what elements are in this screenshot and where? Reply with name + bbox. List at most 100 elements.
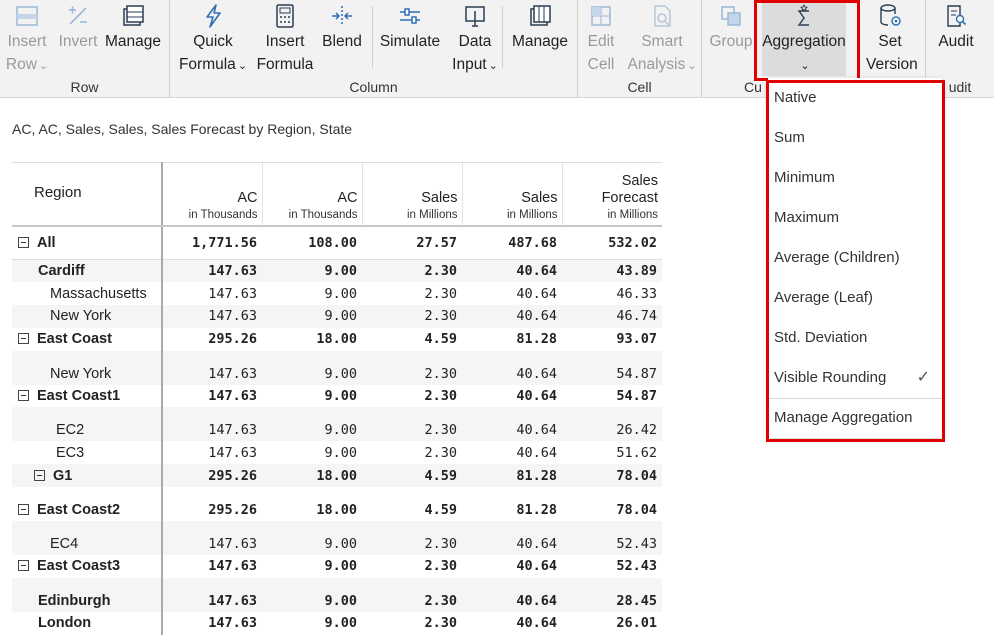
quick-formula-button[interactable]: Quick Formula ⌄ bbox=[176, 2, 250, 78]
value-cell[interactable]: 40.64 bbox=[462, 441, 562, 464]
invert-button[interactable]: Invert bbox=[56, 2, 100, 53]
set-version-button[interactable]: Set Version bbox=[866, 2, 918, 76]
value-cell[interactable]: 2.30 bbox=[362, 282, 462, 305]
collapse-icon[interactable] bbox=[18, 504, 29, 516]
collapse-icon[interactable] bbox=[18, 333, 29, 345]
value-cell[interactable]: 147.63 bbox=[162, 385, 262, 408]
collapse-icon[interactable] bbox=[18, 390, 29, 402]
aggregation-button[interactable]: Aggregation ⌄ bbox=[762, 2, 846, 76]
value-cell[interactable]: 18.00 bbox=[262, 464, 362, 488]
value-cell[interactable]: 295.26 bbox=[162, 487, 262, 521]
insert-formula-button[interactable]: Insert Formula bbox=[254, 2, 316, 76]
value-cell[interactable]: 2.30 bbox=[362, 441, 462, 464]
smart-analysis-button[interactable]: Smart Analysis ⌄ bbox=[626, 2, 698, 78]
value-cell[interactable]: 26.42 bbox=[562, 407, 662, 442]
value-cell[interactable]: 147.63 bbox=[162, 305, 262, 328]
row-label-cell[interactable]: All bbox=[12, 225, 163, 260]
menu-item-average-leaf[interactable]: Average (Leaf) bbox=[768, 278, 942, 318]
value-cell[interactable]: 9.00 bbox=[262, 555, 362, 578]
value-cell[interactable]: 9.00 bbox=[262, 385, 362, 408]
menu-item-sum[interactable]: Sum bbox=[768, 118, 942, 158]
value-cell[interactable]: 52.43 bbox=[562, 521, 662, 556]
value-cell[interactable]: 52.43 bbox=[562, 555, 662, 578]
value-cell[interactable]: 40.64 bbox=[462, 282, 562, 305]
value-cell[interactable]: 2.30 bbox=[362, 385, 462, 408]
row-label-cell[interactable]: East Coast3 bbox=[12, 555, 163, 578]
value-cell[interactable]: 43.89 bbox=[562, 259, 662, 283]
menu-item-std-deviation[interactable]: Std. Deviation bbox=[768, 318, 942, 358]
value-cell[interactable]: 108.00 bbox=[262, 225, 362, 260]
menu-item-maximum[interactable]: Maximum bbox=[768, 198, 942, 238]
insert-row-button[interactable]: Insert Row ⌄ bbox=[4, 2, 50, 78]
column-header[interactable]: AC in Thousands bbox=[261, 162, 362, 227]
value-cell[interactable]: 2.30 bbox=[362, 259, 462, 283]
value-cell[interactable]: 2.30 bbox=[362, 305, 462, 328]
value-cell[interactable]: 9.00 bbox=[262, 259, 362, 283]
value-cell[interactable]: 26.01 bbox=[562, 612, 662, 635]
value-cell[interactable]: 40.64 bbox=[462, 385, 562, 408]
manage-columns-button[interactable]: Manage bbox=[510, 2, 570, 53]
value-cell[interactable]: 2.30 bbox=[362, 612, 462, 635]
value-cell[interactable]: 40.64 bbox=[462, 521, 562, 556]
row-label-cell[interactable]: EC2 bbox=[12, 407, 163, 442]
manage-rows-button[interactable]: Manage bbox=[104, 2, 162, 53]
value-cell[interactable]: 9.00 bbox=[262, 350, 362, 385]
value-cell[interactable]: 9.00 bbox=[262, 305, 362, 328]
value-cell[interactable]: 147.63 bbox=[162, 441, 262, 464]
value-cell[interactable]: 487.68 bbox=[462, 225, 562, 260]
value-cell[interactable]: 2.30 bbox=[362, 555, 462, 578]
value-cell[interactable]: 2.30 bbox=[362, 577, 462, 612]
value-cell[interactable]: 147.63 bbox=[162, 259, 262, 283]
value-cell[interactable]: 147.63 bbox=[162, 407, 262, 442]
column-header[interactable]: Sales in Millions bbox=[461, 162, 562, 227]
collapse-icon[interactable] bbox=[18, 560, 29, 572]
row-label-cell[interactable]: East Coast bbox=[12, 327, 163, 351]
value-cell[interactable]: 28.45 bbox=[562, 577, 662, 612]
value-cell[interactable]: 18.00 bbox=[262, 487, 362, 521]
data-input-button[interactable]: Data Input ⌄ bbox=[446, 2, 504, 78]
audit-button[interactable]: Audit bbox=[932, 2, 980, 53]
column-header[interactable]: Sales Forecast in Millions bbox=[561, 162, 662, 227]
value-cell[interactable]: 40.64 bbox=[462, 555, 562, 578]
value-cell[interactable]: 93.07 bbox=[562, 328, 662, 351]
menu-item-minimum[interactable]: Minimum bbox=[768, 158, 942, 198]
value-cell[interactable]: 81.28 bbox=[462, 464, 562, 488]
value-cell[interactable]: 9.00 bbox=[262, 577, 362, 612]
value-cell[interactable]: 9.00 bbox=[262, 441, 362, 464]
value-cell[interactable]: 54.87 bbox=[562, 385, 662, 408]
menu-item-native[interactable]: Native bbox=[768, 78, 942, 118]
value-cell[interactable]: 78.04 bbox=[562, 464, 662, 488]
value-cell[interactable]: 46.74 bbox=[562, 305, 662, 328]
row-label-cell[interactable]: EC4 bbox=[12, 521, 163, 556]
row-label-cell[interactable]: Massachusetts bbox=[12, 282, 163, 306]
row-label-cell[interactable]: East Coast2 bbox=[12, 487, 163, 522]
menu-item-average-children[interactable]: Average (Children) bbox=[768, 238, 942, 278]
value-cell[interactable]: 2.30 bbox=[362, 521, 462, 556]
value-cell[interactable]: 27.57 bbox=[362, 225, 462, 260]
value-cell[interactable]: 54.87 bbox=[562, 350, 662, 385]
value-cell[interactable]: 9.00 bbox=[262, 521, 362, 556]
value-cell[interactable]: 295.26 bbox=[162, 464, 262, 488]
value-cell[interactable]: 9.00 bbox=[262, 407, 362, 442]
value-cell[interactable]: 78.04 bbox=[562, 487, 662, 521]
row-label-cell[interactable]: New York bbox=[12, 305, 163, 328]
edit-cell-button[interactable]: Edit Cell bbox=[580, 2, 622, 76]
value-cell[interactable]: 4.59 bbox=[362, 487, 462, 521]
value-cell[interactable]: 40.64 bbox=[462, 407, 562, 442]
value-cell[interactable]: 147.63 bbox=[162, 521, 262, 556]
value-cell[interactable]: 147.63 bbox=[162, 282, 262, 305]
collapse-icon[interactable] bbox=[34, 469, 45, 481]
column-header[interactable]: Sales in Millions bbox=[361, 162, 462, 227]
value-cell[interactable]: 532.02 bbox=[562, 225, 662, 260]
value-cell[interactable]: 147.63 bbox=[162, 555, 262, 578]
value-cell[interactable]: 46.33 bbox=[562, 282, 662, 305]
collapse-icon[interactable] bbox=[18, 236, 29, 248]
value-cell[interactable]: 4.59 bbox=[362, 464, 462, 488]
value-cell[interactable]: 2.30 bbox=[362, 407, 462, 442]
value-cell[interactable]: 2.30 bbox=[362, 350, 462, 385]
row-label-cell[interactable]: London bbox=[12, 611, 163, 635]
region-column-header[interactable]: Region bbox=[12, 162, 163, 227]
value-cell[interactable]: 40.64 bbox=[462, 577, 562, 612]
row-label-cell[interactable]: Cardiff bbox=[12, 259, 163, 283]
value-cell[interactable]: 81.28 bbox=[462, 328, 562, 351]
